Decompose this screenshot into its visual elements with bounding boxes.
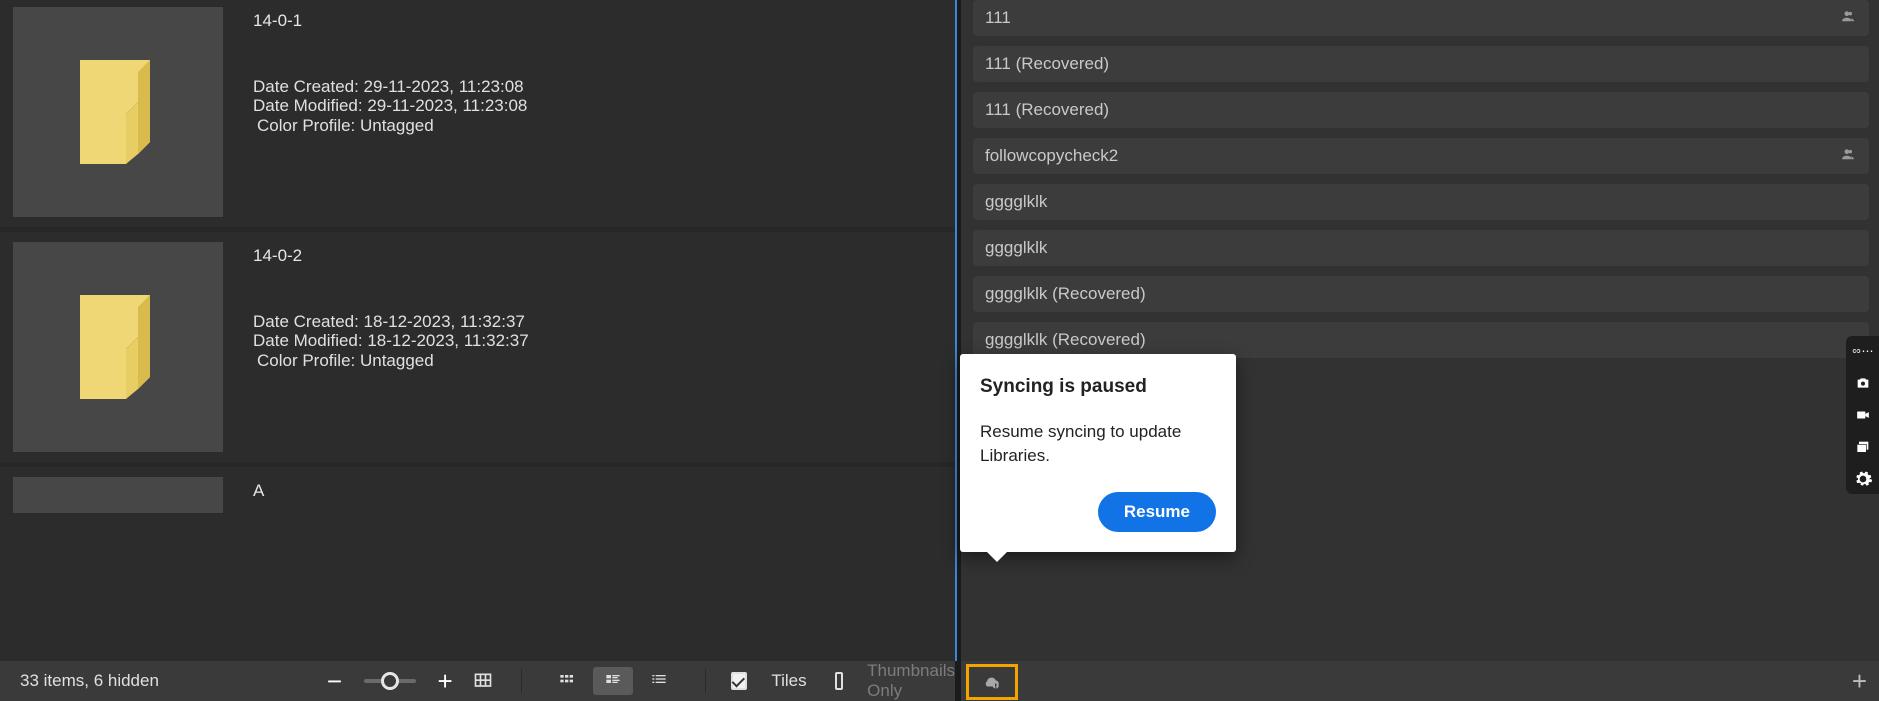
library-item[interactable]: gggglklk (Recovered) [973, 276, 1869, 312]
link-icon[interactable]: ⋯ [1852, 342, 1874, 360]
zoom-out-button[interactable]: − [327, 666, 342, 697]
view-mode-group [547, 667, 679, 695]
file-created: Date Created: 29-11-2023, 11:23:08 [253, 77, 527, 97]
thumbnails-only-label: Thumbnails Only [867, 661, 955, 701]
folder-thumbnail[interactable] [13, 7, 223, 217]
library-name: gggglklk [985, 238, 1047, 258]
file-name: A [253, 467, 264, 513]
folder-thumbnail[interactable] [13, 242, 223, 452]
file-meta: 14-0-2 Date Created: 18-12-2023, 11:32:3… [253, 232, 529, 462]
library-name: followcopycheck2 [985, 146, 1118, 166]
camera-icon[interactable] [1852, 374, 1874, 392]
left-status-bar: 33 items, 6 hidden − + Tiles Thumbnails … [0, 661, 955, 701]
grid-lock-icon[interactable] [471, 671, 495, 691]
slider-thumb[interactable] [381, 672, 399, 690]
list-view-button[interactable] [639, 667, 679, 695]
shared-icon [1839, 9, 1857, 28]
library-item[interactable]: gggglklk [973, 230, 1869, 266]
item-count-status: 33 items, 6 hidden [20, 671, 159, 691]
library-item[interactable]: gggglklk (Recovered) [973, 322, 1869, 358]
file-row[interactable]: 14-0-1 Date Created: 29-11-2023, 11:23:0… [0, 0, 955, 232]
zoom-slider[interactable] [364, 679, 415, 683]
library-name: gggglklk [985, 192, 1047, 212]
stack-icon[interactable] [1852, 438, 1874, 456]
file-name: 14-0-2 [253, 246, 529, 266]
library-name: gggglklk (Recovered) [985, 330, 1146, 350]
popup-body: Resume syncing to update Libraries. [980, 420, 1216, 468]
folder-icon [68, 42, 168, 182]
file-color-profile: Color Profile: Untagged [253, 116, 527, 136]
libraries-panel: 111 111 (Recovered) 111 (Recovered) followc… [961, 0, 1879, 661]
file-modified: Date Modified: 18-12-2023, 11:32:37 [253, 331, 529, 351]
file-created: Date Created: 18-12-2023, 11:32:37 [253, 312, 529, 332]
zoom-in-button[interactable]: + [438, 666, 453, 697]
file-row[interactable]: 14-0-2 Date Created: 18-12-2023, 11:32:3… [0, 232, 955, 467]
file-color-profile: Color Profile: Untagged [253, 351, 529, 371]
file-modified: Date Modified: 29-11-2023, 11:23:08 [253, 96, 527, 116]
thumbnails-only-checkbox[interactable] [835, 672, 844, 690]
popup-title: Syncing is paused [980, 376, 1216, 398]
library-item[interactable]: gggglklk [973, 184, 1869, 220]
side-toolbar: ⋯ [1846, 336, 1879, 494]
tile-view-button[interactable] [593, 667, 633, 695]
folder-thumbnail[interactable] [13, 477, 223, 513]
sync-popup: Syncing is paused Resume syncing to upda… [960, 354, 1236, 552]
library-name: 111 [985, 8, 1011, 28]
grid-view-button[interactable] [547, 667, 587, 695]
library-item[interactable]: 111 (Recovered) [973, 46, 1869, 82]
cloud-sync-button[interactable] [966, 664, 1018, 700]
file-name: 14-0-1 [253, 11, 527, 31]
library-name: gggglklk (Recovered) [985, 284, 1146, 304]
resume-button[interactable]: Resume [1098, 492, 1216, 532]
folder-icon [68, 277, 168, 417]
library-name: 111 (Recovered) [985, 54, 1109, 74]
file-row[interactable]: A [0, 467, 955, 513]
tiles-checkbox[interactable] [731, 672, 747, 690]
library-name: 111 (Recovered) [985, 100, 1109, 120]
right-status-bar: + [961, 661, 1879, 701]
tiles-label: Tiles [771, 671, 806, 691]
library-item[interactable]: 111 (Recovered) [973, 92, 1869, 128]
file-meta: 14-0-1 Date Created: 29-11-2023, 11:23:0… [253, 0, 527, 227]
shared-icon [1839, 147, 1857, 166]
add-library-button[interactable]: + [1852, 666, 1867, 697]
library-item[interactable]: followcopycheck2 [973, 138, 1869, 174]
files-panel: 14-0-1 Date Created: 29-11-2023, 11:23:0… [0, 0, 955, 661]
video-icon[interactable] [1852, 406, 1874, 424]
library-item[interactable]: 111 [973, 0, 1869, 36]
gear-icon[interactable] [1852, 470, 1874, 488]
